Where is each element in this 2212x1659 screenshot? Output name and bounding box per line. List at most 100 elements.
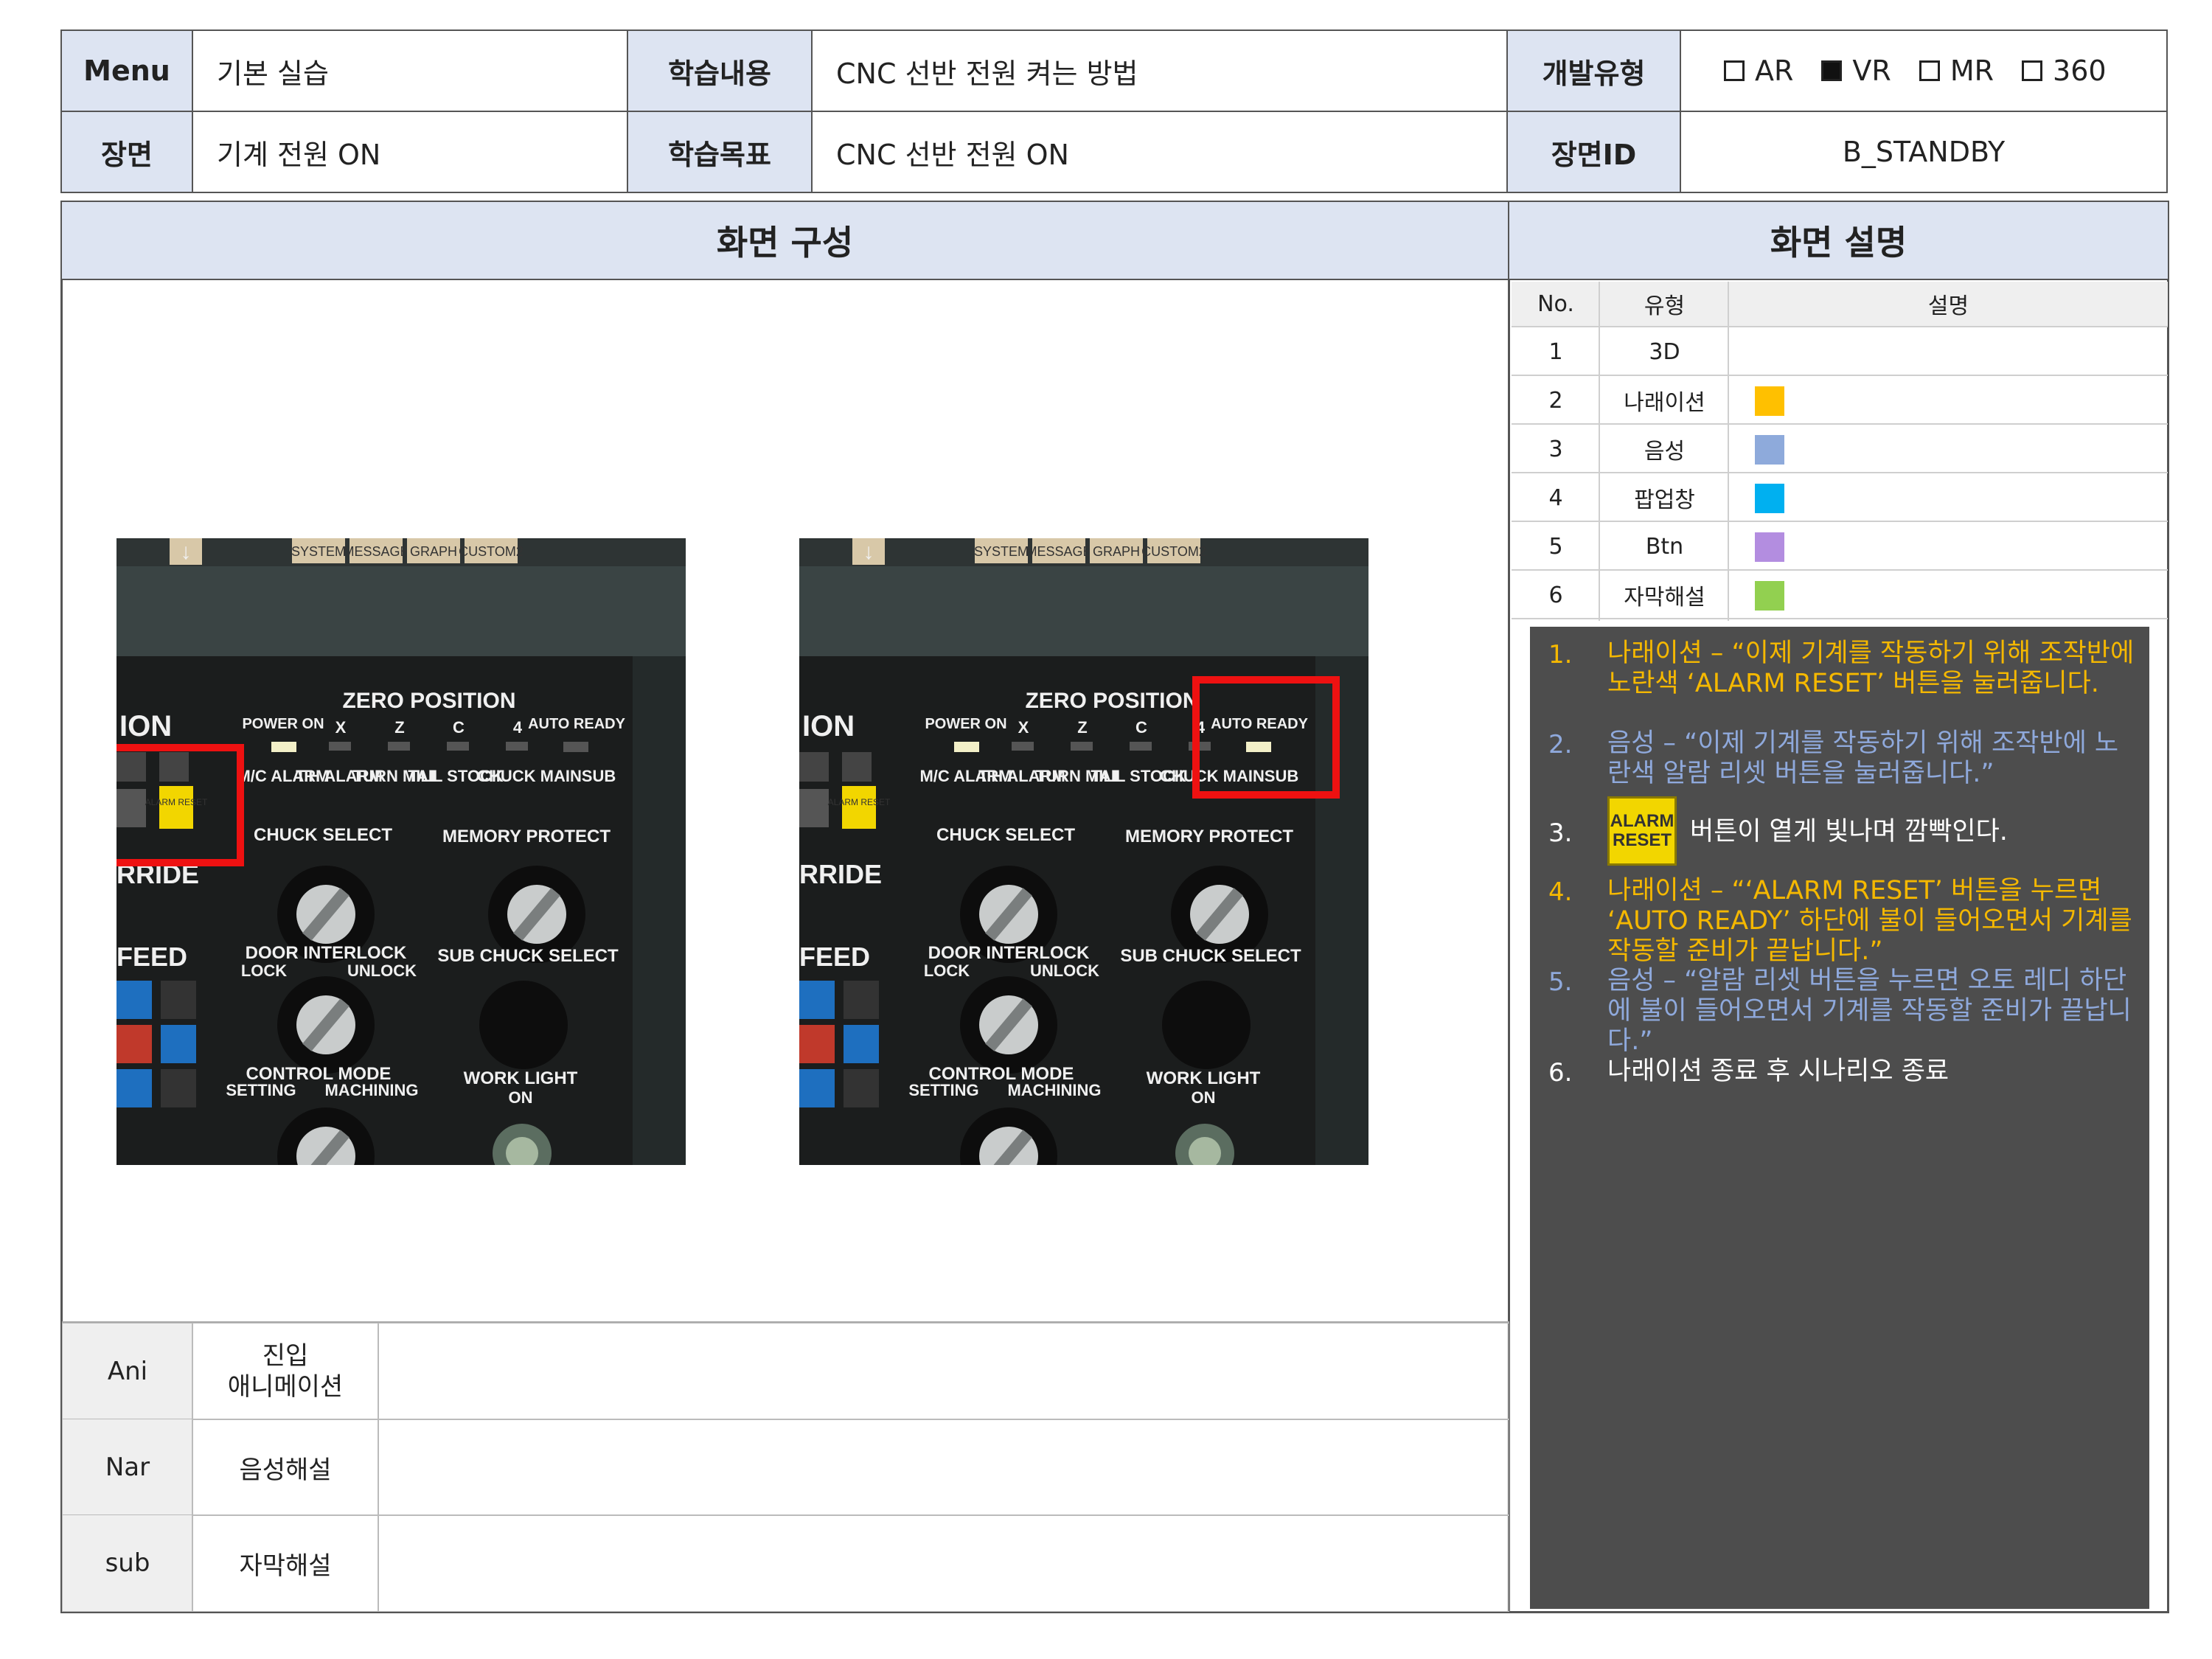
axis-label: X [1018, 718, 1029, 737]
axis-label: 4 [513, 718, 523, 737]
alarm-label: SUB [1265, 767, 1298, 785]
side-key [842, 752, 872, 782]
note-narration-2: 나래이션 – “‘ALARM RESET’ 버튼을 누르면 ‘AUTO READ… [1607, 876, 2132, 966]
legend-row-type: 팝업창 [1600, 475, 1729, 522]
alarm-reset-key [159, 786, 193, 829]
panel-side [633, 656, 686, 1165]
chuck-select-label: CHUCK SELECT [254, 825, 392, 845]
legend-header-no: No. [1512, 282, 1600, 327]
jog-key [161, 1025, 196, 1063]
auto-ready-label: AUTO READY [528, 716, 626, 732]
note-voice-2: 음성 – “알람 리셋 버튼을 누르면 오토 레디 하단에 불이 들어오면서 기… [1607, 966, 2132, 1056]
bottom-value-nar[interactable] [378, 1419, 1509, 1516]
menu-label: Menu [60, 29, 193, 112]
devtype-mr[interactable]: MR [1919, 55, 1994, 87]
button-well [479, 981, 568, 1069]
button-well [1162, 981, 1251, 1069]
door-interlock-label: DOOR INTERLOCK [246, 943, 407, 963]
devtype-label: 개발유형 [1506, 29, 1681, 112]
checkbox-360[interactable] [2022, 60, 2043, 81]
unlock-label: UNLOCK [347, 961, 417, 980]
legend-row-desc [1729, 378, 2168, 425]
auto-ready-lamp [563, 742, 588, 752]
left-label: ION [119, 710, 172, 742]
soft-key-label: SYSTEM [291, 544, 346, 559]
legend-swatch-popup [1755, 484, 1784, 513]
jog-key [116, 1069, 152, 1107]
sub-chuck-select-label: SUB CHUCK SELECT [1120, 946, 1301, 966]
lock-label: LOCK [924, 961, 970, 980]
left-label: RRIDE [799, 859, 882, 889]
jog-key [161, 1069, 196, 1107]
devtype-vr[interactable]: VR [1821, 55, 1891, 87]
bottom-label-sub: 자막해설 [192, 1514, 379, 1612]
chuck-select-label: CHUCK SELECT [936, 825, 1075, 845]
legend-row-desc [1729, 524, 2168, 571]
sceneid-label: 장면ID [1506, 111, 1681, 193]
note-number: 4. [1548, 877, 1573, 907]
setting-label: SETTING [908, 1081, 978, 1099]
panel-side [1315, 656, 1368, 1165]
power-on-label: POWER ON [925, 716, 1006, 732]
jog-key [799, 1069, 835, 1107]
axis-label: C [1135, 718, 1147, 737]
memory-protect-label: MEMORY PROTECT [1125, 827, 1293, 846]
devtype-ar[interactable]: AR [1724, 55, 1793, 87]
jog-key [116, 981, 152, 1019]
note-narration-1: 나래이션 – “이제 기계를 작동하기 위해 조작반에 노란색 ‘ALARM R… [1607, 639, 2135, 698]
bottom-value-sub[interactable] [378, 1514, 1509, 1612]
devtype-options: AR VR MR 360 [1680, 29, 2168, 112]
left-label: FEED [116, 942, 187, 972]
alarm-reset-key-label: ALARM RESET [145, 797, 208, 807]
side-key [116, 789, 146, 827]
axis-lamp [506, 742, 528, 751]
soft-key-label: GRAPH [1093, 544, 1140, 559]
desc-title: 화면 설명 [1508, 201, 2169, 280]
legend-header-desc: 설명 [1729, 282, 2168, 327]
jog-key [116, 1025, 152, 1063]
soft-key-label: GRAPH [410, 544, 457, 559]
legend-row-desc [1729, 475, 2168, 522]
note-number: 2. [1548, 730, 1573, 759]
zero-position-label: ZERO POSITION [1025, 689, 1198, 713]
axis-lamp [1071, 742, 1093, 751]
jog-key [844, 1069, 879, 1107]
checkbox-ar[interactable] [1724, 60, 1745, 81]
note-blink: 버튼이 옅게 빛나며 깜빡인다. [1690, 817, 2008, 846]
legend-row-desc [1729, 426, 2168, 473]
legend-row-type: 음성 [1600, 426, 1729, 473]
side-key [799, 789, 829, 827]
sceneid-value: B_STANDBY [1680, 111, 2168, 193]
soft-key-label: MESSAGE [343, 544, 408, 559]
goal-label: 학습목표 [627, 111, 813, 193]
alarm-label: CHUCK MAIN [477, 767, 582, 785]
jog-key [844, 981, 879, 1019]
side-key [799, 752, 829, 782]
alarm-reset-icon-label: ALARM RESET [1610, 811, 1674, 850]
legend-row-no: 6 [1512, 572, 1600, 619]
alarm-reset-key [842, 786, 876, 829]
work-light-label: WORK LIGHT [464, 1068, 578, 1088]
checkbox-mr[interactable] [1919, 60, 1940, 81]
bottom-code-ani: Ani [62, 1323, 193, 1420]
axis-label: C [453, 718, 465, 737]
legend-header-type: 유형 [1600, 282, 1729, 327]
devtype-360[interactable]: 360 [2022, 55, 2107, 87]
legend-row-desc [1729, 329, 2168, 376]
arrow-icon: ↓ [181, 540, 192, 564]
auto-ready-label: AUTO READY [1211, 716, 1309, 732]
alarm-reset-key-label: ALARM RESET [828, 797, 891, 807]
arrow-icon: ↓ [863, 540, 874, 564]
side-key [159, 752, 189, 782]
bottom-value-ani[interactable] [378, 1323, 1509, 1420]
note-number: 6. [1548, 1058, 1573, 1088]
door-interlock-label: DOOR INTERLOCK [928, 943, 1090, 963]
legend-swatch-voice [1755, 435, 1784, 465]
left-label: ION [802, 710, 855, 742]
panel-image-before: ↓ SYSTEM MESSAGE GRAPH CUSTOM2 ION RRIDE FEED AL… [116, 538, 686, 1165]
note-number: 3. [1548, 818, 1573, 848]
axis-label: Z [1077, 718, 1087, 737]
checkbox-vr[interactable] [1821, 60, 1843, 81]
power-on-label: POWER ON [242, 716, 324, 732]
jog-key [161, 981, 196, 1019]
